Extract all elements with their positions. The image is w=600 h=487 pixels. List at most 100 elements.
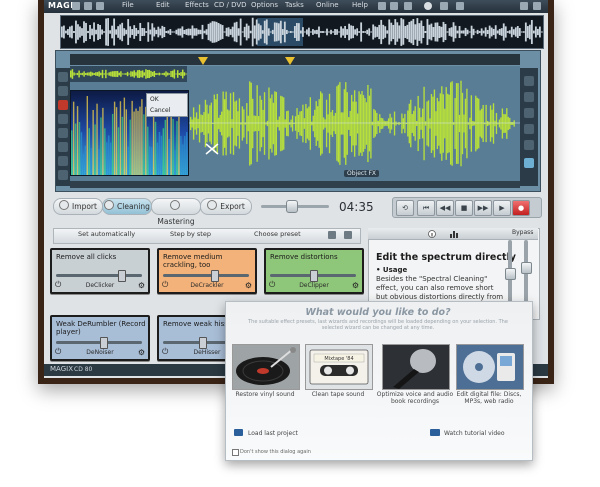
folder-icon[interactable] [328,231,336,239]
minimize-icon[interactable] [520,2,528,10]
record-button[interactable]: ● [512,200,530,216]
export-icon [207,200,218,210]
mastering-icon [169,200,180,210]
zoom-in-icon[interactable] [524,76,534,86]
effect-slider-knob[interactable] [100,337,108,349]
menu-help[interactable]: Help [352,1,368,9]
tool-palette [56,68,70,186]
choose-preset-dropdown[interactable]: Choose preset [254,230,301,238]
fit-icon[interactable] [524,108,534,118]
delete-tool-icon[interactable] [58,100,68,110]
vinyl-choice[interactable] [232,344,300,390]
rewind-button[interactable]: ◀◀ [436,200,454,216]
transport-controls: ⟲ ⏮ ◀◀ ■ ▶▶ ▶ ● [392,197,542,218]
dont-show-checkbox[interactable] [232,449,239,456]
object-fx-button[interactable]: Object FX [344,170,380,177]
help-icon[interactable] [456,2,464,10]
effect-slider-knob[interactable] [211,270,219,282]
video-icon[interactable] [430,429,440,436]
grid-tool-icon[interactable] [58,170,68,180]
menu-edit[interactable]: Edit [156,1,170,9]
to-start-button[interactable]: ⏮ [417,200,435,216]
cut-icon[interactable] [404,2,412,10]
effect-slider[interactable] [163,274,249,277]
range-tool-icon[interactable] [58,86,68,96]
step-by-step-button[interactable]: Step by step [170,230,211,238]
microphone-choice[interactable] [382,344,450,390]
watch-tutorial-link[interactable]: Watch tutorial video [444,430,505,437]
volume-knob-left[interactable] [505,268,516,280]
pointer-tool-icon[interactable] [58,72,68,82]
digital-file-choice[interactable] [456,344,524,390]
effect-name: DeNoiser [86,349,114,356]
bypass-button[interactable]: Bypass [512,229,533,236]
effect-slider-knob[interactable] [118,270,126,282]
position-slider-knob[interactable] [286,200,298,213]
load-last-project-link[interactable]: Load last project [248,430,298,437]
crossfade-icon[interactable] [205,143,219,155]
snap-icon[interactable] [524,124,534,134]
dont-show-label: Don't show this dialog again [240,449,311,455]
set-automatically-button[interactable]: Set automatically [78,230,135,238]
effect-slider[interactable] [56,341,142,344]
volume-knob-right[interactable] [521,262,532,274]
menu-cd-dvd[interactable]: CD / DVD [214,1,247,9]
effect-title: Remove all clicks [56,253,117,261]
undo-icon[interactable] [378,2,386,10]
effect-name: DeCrackler [190,282,224,289]
info-tab-icon[interactable] [428,230,436,238]
dialog-title: What would you like to do? [305,307,451,318]
svg-text:Mixtape '84: Mixtape '84 [324,356,353,362]
tab-mastering[interactable]: Mastering [151,198,201,226]
effect-slider[interactable] [56,274,142,277]
timeline-ruler[interactable] [70,54,520,65]
settings-icon[interactable] [440,2,448,10]
stop-button[interactable]: ■ [455,200,473,216]
spectrum-tab-icon[interactable] [450,230,460,238]
effect-slider-knob[interactable] [199,337,207,349]
volume-tool-icon[interactable] [58,128,68,138]
effect-module-decrackler[interactable]: Remove medium crackling, too ⏻ ⚙ DeCrackler [157,248,257,294]
import-icon [59,200,70,210]
context-cancel[interactable]: Cancel [147,105,187,116]
dialog-subtitle: The suitable effect presets, last wizard… [248,319,508,331]
marker-2-icon[interactable] [285,55,295,65]
load-project-icon[interactable] [234,429,243,436]
info-icon[interactable] [424,2,432,10]
menu-options[interactable]: Options [251,1,278,9]
effect-slider-knob[interactable] [310,270,318,282]
pencil-tool-icon[interactable] [58,142,68,152]
effect-module-declicker[interactable]: Remove all clicks ⏻ ⚙ DeClicker [50,248,150,294]
cassette-choice[interactable]: Mixtape '84 [305,344,373,390]
spectral-tool-icon[interactable] [58,156,68,166]
zoom-tool-icon[interactable] [58,114,68,124]
context-ok[interactable]: OK [147,94,187,105]
loop-icon[interactable] [524,140,534,150]
menu-file[interactable]: File [122,1,134,9]
zoom-out-icon[interactable] [524,92,534,102]
save-preset-icon[interactable] [344,231,352,239]
spectrum-toggle-icon[interactable] [524,158,534,168]
play-button[interactable]: ▶ [493,200,511,216]
menu-effects[interactable]: Effects [185,1,209,9]
marker-1-icon[interactable] [198,55,208,65]
overview-waveform[interactable] [60,15,544,49]
close-icon[interactable] [533,2,541,10]
loop-button[interactable]: ⟲ [396,200,414,216]
effect-module-denoiser[interactable]: Weak DeRumbler (Record player) ⏻ ⚙ DeNoiser [50,315,150,361]
new-project-icon[interactable] [72,2,80,10]
redo-icon[interactable] [390,2,398,10]
forward-button[interactable]: ▶▶ [474,200,492,216]
effect-module-declipper[interactable]: Remove distortions ⏻ ⚙ DeClipper [264,248,364,294]
save-icon[interactable] [96,2,104,10]
status-logo: MAGIX [50,365,73,373]
tab-cleaning[interactable]: Cleaning [102,198,152,215]
menu-tasks[interactable]: Tasks [285,1,304,9]
choice-label-vinyl: Restore vinyl sound [235,391,295,398]
open-folder-icon[interactable] [84,2,92,10]
horizontal-scrollbar[interactable] [70,181,520,188]
choice-label-tape: Clean tape sound [311,391,365,398]
tab-export[interactable]: Export [200,198,252,215]
tab-import[interactable]: Import [53,198,103,215]
menu-online[interactable]: Online [316,1,339,9]
